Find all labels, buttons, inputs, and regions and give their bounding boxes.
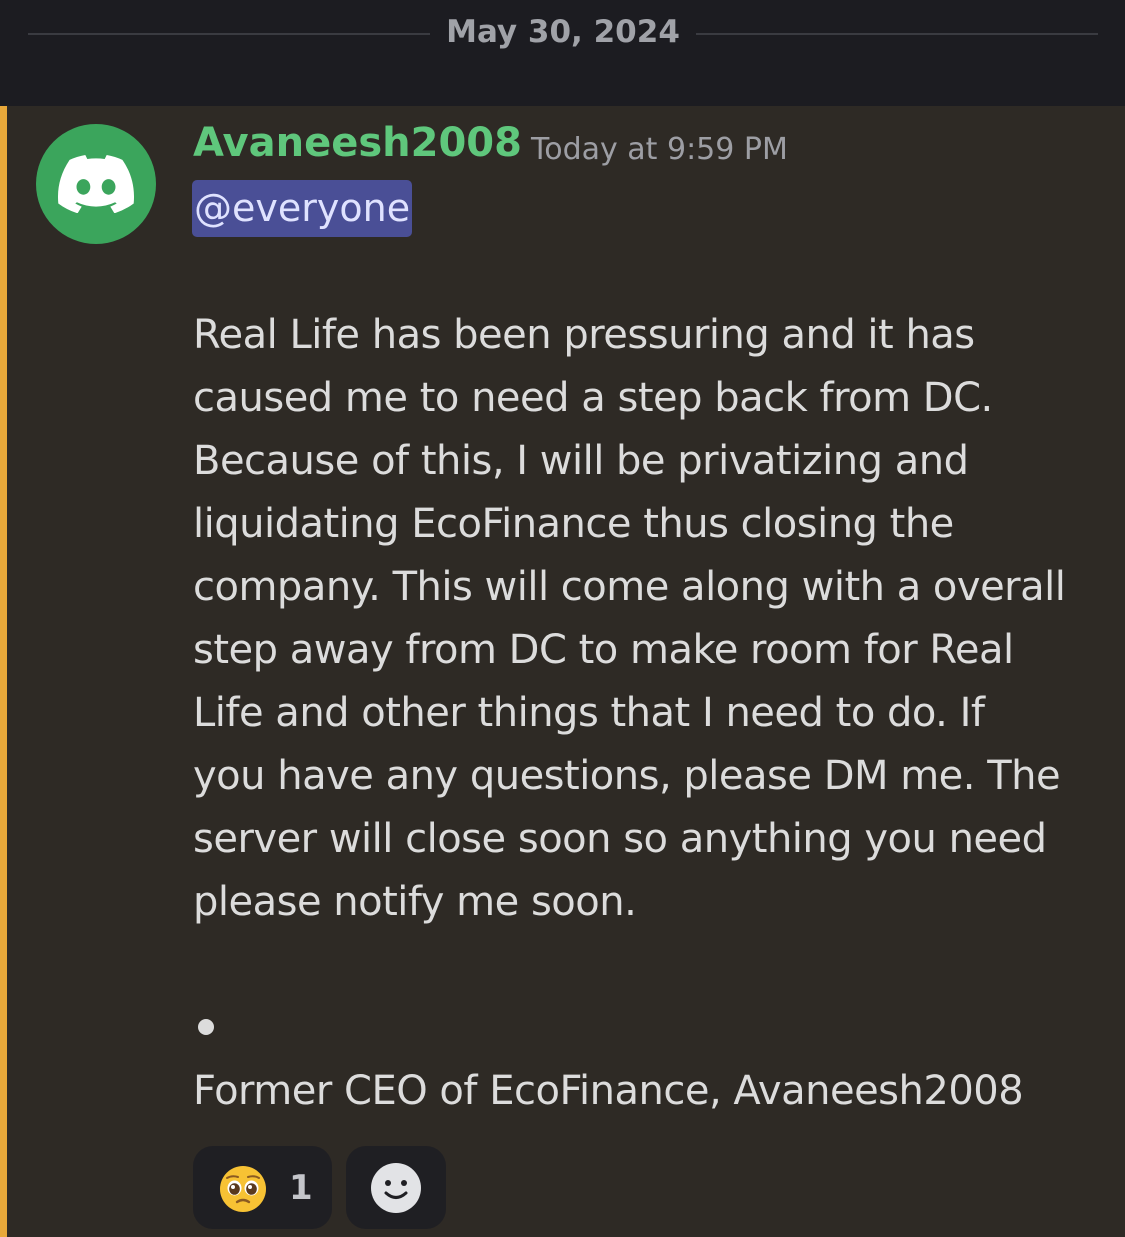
date-label: May 30, 2024	[446, 14, 680, 50]
discord-logo-icon	[58, 155, 134, 213]
avatar[interactable]	[36, 124, 156, 244]
message-body-line: you have any questions, please DM me. Th…	[193, 753, 1061, 799]
author-username[interactable]: Avaneesh2008	[193, 120, 522, 166]
message-body-line: company. This will come along with a ove…	[193, 564, 1066, 610]
message-body-line: Real Life has been pressuring and it has	[193, 312, 975, 358]
date-divider: May 30, 2024	[0, 0, 1125, 106]
message-body-line: liquidating EcoFinance thus closing the	[193, 501, 954, 547]
pleading-face-icon	[220, 1166, 266, 1212]
message-signature: Former CEO of EcoFinance, Avaneesh2008	[193, 1068, 1024, 1114]
message-body-line: Because of this, I will be privatizing a…	[193, 438, 969, 484]
message-body-line: caused me to need a step back from DC.	[193, 375, 993, 421]
message-body-line: step away from DC to make room for Real	[193, 627, 1014, 673]
chat-view: May 30, 2024 Avaneesh2008 Today at 9:59 …	[0, 0, 1125, 1237]
divider-line-left	[28, 33, 430, 35]
reaction-count: 1	[289, 1168, 313, 1208]
mention-highlight-bar	[0, 106, 7, 1237]
bullet-point	[198, 1019, 214, 1035]
message-body-line: server will close soon so anything you n…	[193, 816, 1047, 862]
divider-line-right	[696, 33, 1098, 35]
add-reaction-smiley-icon	[371, 1162, 421, 1213]
message-body-line: please notify me soon.	[193, 879, 637, 925]
everyone-mention[interactable]: @everyone	[192, 180, 413, 237]
add-reaction-button[interactable]	[346, 1146, 446, 1229]
message-body-line: Life and other things that I need to do.…	[193, 690, 985, 736]
message[interactable]: Avaneesh2008 Today at 9:59 PM @everyone …	[0, 106, 1125, 1237]
message-timestamp: Today at 9:59 PM	[531, 132, 788, 167]
reaction-pleading-face[interactable]: 1	[193, 1146, 332, 1229]
